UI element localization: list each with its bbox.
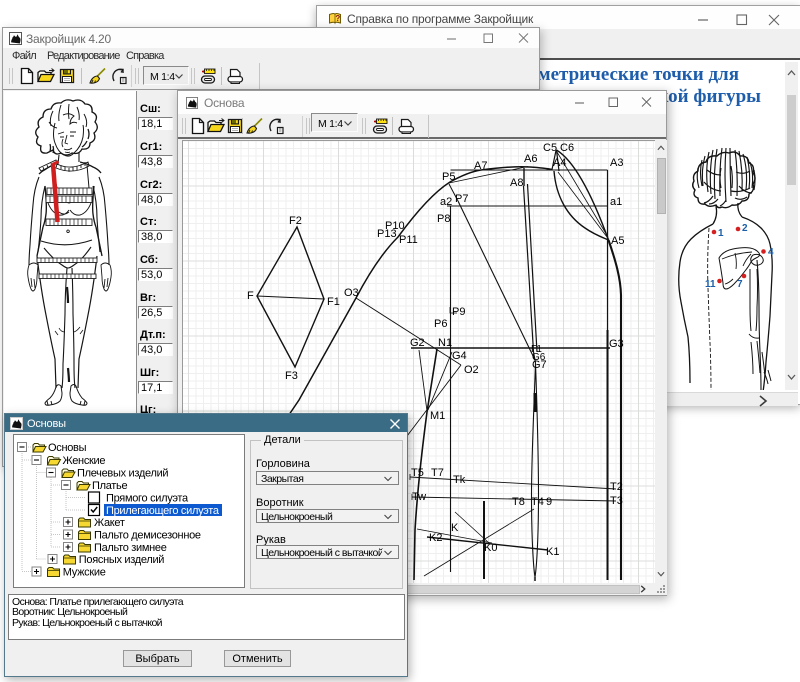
svg-text:F3: F3 [285,370,298,382]
svg-text:T8: T8 [512,496,525,508]
svg-text:T7: T7 [431,467,444,479]
svg-text:T2: T2 [610,481,623,493]
svg-text:P11: P11 [399,234,418,246]
svg-text:P5: P5 [442,171,455,183]
svg-text:A8: A8 [510,177,523,189]
svg-text:Женские: Женские [63,455,106,467]
svg-text:Tk: Tk [453,474,466,486]
svg-text:2: 2 [742,223,748,234]
svg-text:N1: N1 [438,337,452,349]
svg-text:O3: O3 [344,287,359,299]
svg-text:P7: P7 [455,193,468,205]
svg-text:O2: O2 [464,364,479,376]
svg-text:11: 11 [705,279,716,290]
svg-text:C5: C5 [543,142,557,154]
svg-text:A7: A7 [474,160,487,172]
svg-text:T5: T5 [411,467,424,479]
svg-text:Прилегающего силуэта: Прилегающего силуэта [106,505,220,517]
svg-text:Tw: Tw [412,491,426,503]
svg-text:Мужские: Мужские [63,567,106,579]
svg-text:Пальто демисезонное: Пальто демисезонное [94,530,201,542]
svg-text:Прямого силуэта: Прямого силуэта [106,493,189,505]
svg-text:G4: G4 [452,350,467,362]
svg-text:G2: G2 [410,337,425,349]
svg-text:P6: P6 [434,318,447,330]
svg-text:?: ? [335,14,340,23]
svg-text:K2: K2 [429,532,442,544]
svg-text:P13: P13 [377,228,397,240]
svg-text:G3: G3 [609,338,624,350]
svg-text:A6: A6 [524,153,537,165]
svg-text:T4: T4 [531,496,544,508]
svg-text:A3: A3 [610,157,623,169]
svg-text:Поясных изделий: Поясных изделий [79,554,164,566]
svg-text:Основы: Основы [48,442,87,454]
svg-text:P9: P9 [452,306,465,318]
svg-text:F: F [247,290,254,302]
svg-text:F2: F2 [289,215,302,227]
svg-text:F1: F1 [327,296,340,308]
svg-text:Платье: Платье [92,480,127,492]
svg-text:C6: C6 [560,142,574,154]
svg-text:9: 9 [546,496,552,508]
svg-text:Плечевых изделий: Плечевых изделий [77,468,168,480]
svg-text:T3: T3 [610,495,623,507]
svg-text:M1: M1 [430,410,445,422]
svg-text:Пальто зимнее: Пальто зимнее [94,542,167,554]
svg-text:K1: K1 [546,546,559,558]
svg-text:a2: a2 [440,196,452,208]
svg-text:1: 1 [718,228,724,239]
svg-text:7: 7 [737,279,743,290]
svg-text:a1: a1 [610,196,622,208]
svg-text:P8: P8 [437,213,450,225]
svg-text:Жакет: Жакет [94,517,125,529]
svg-text:4: 4 [768,247,774,258]
svg-text:K: K [451,522,459,534]
svg-text:A5: A5 [611,235,624,247]
svg-text:K0: K0 [484,542,497,554]
svg-text:A4: A4 [553,157,566,169]
svg-text:G7: G7 [532,359,547,371]
